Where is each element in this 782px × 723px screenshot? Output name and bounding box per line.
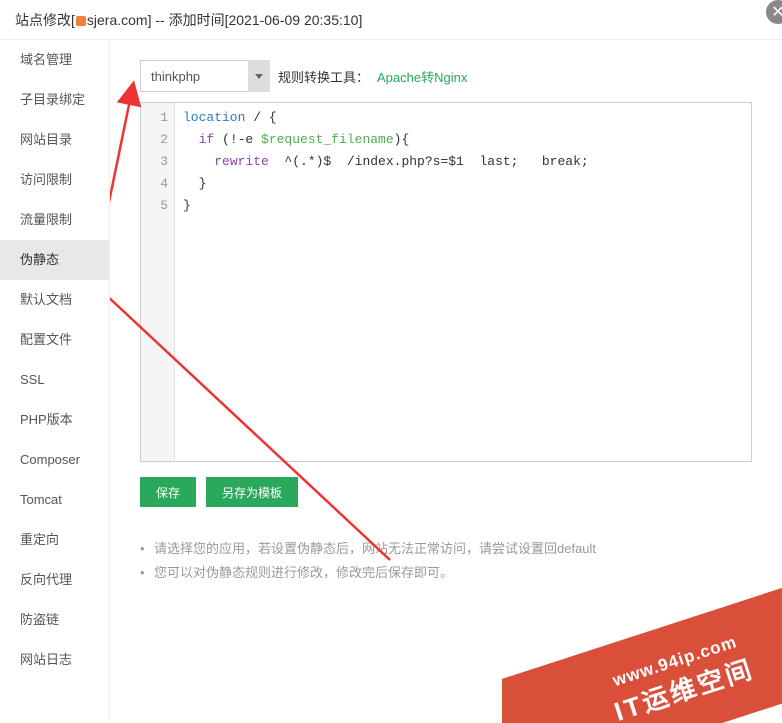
sidebar-item-8[interactable]: SSL [0, 360, 109, 400]
code-indent [183, 132, 199, 147]
tip-item: 请选择您的应用，若设置伪静态后，网站无法正常访问，请尝试设置回default [140, 537, 752, 561]
code-kw: location [183, 110, 245, 125]
sidebar-item-13[interactable]: 反向代理 [0, 560, 109, 600]
line-number: 2 [141, 129, 168, 151]
sidebar-item-5[interactable]: 伪静态 [0, 240, 109, 280]
sidebar-item-10[interactable]: Composer [0, 440, 109, 480]
line-gutter: 12345 [141, 103, 175, 461]
save-as-template-button[interactable]: 另存为模板 [206, 477, 298, 507]
code-editor[interactable]: 12345 location / { if (!-e $request_file… [140, 102, 752, 462]
sidebar-item-4[interactable]: 流量限制 [0, 200, 109, 240]
header-prefix: 站点修改[ [15, 12, 75, 28]
converter-link[interactable]: Apache转Nginx [377, 67, 467, 86]
sidebar: 域名管理子目录绑定网站目录访问限制流量限制伪静态默认文档配置文件SSLPHP版本… [0, 40, 110, 723]
template-select[interactable]: thinkphp [140, 60, 270, 92]
code-text: ^(.*)$ /index.php?s=$1 last; break; [269, 154, 589, 169]
code-text: } [183, 198, 191, 213]
code-indent [183, 154, 214, 169]
code-kw: if [199, 132, 215, 147]
template-select-wrap: thinkphp [140, 60, 270, 92]
code-text: ){ [394, 132, 410, 147]
code-text: } [183, 176, 206, 191]
code-text: (!-e [214, 132, 261, 147]
main-panel: thinkphp 规则转换工具： Apache转Nginx 12345 locat… [110, 40, 782, 723]
tips-list: 请选择您的应用，若设置伪静态后，网站无法正常访问，请尝试设置回default 您… [140, 537, 752, 585]
sidebar-item-6[interactable]: 默认文档 [0, 280, 109, 320]
code-var: $request_filename [261, 132, 394, 147]
sidebar-item-14[interactable]: 防盗链 [0, 600, 109, 640]
sidebar-item-7[interactable]: 配置文件 [0, 320, 109, 360]
sidebar-item-1[interactable]: 子目录绑定 [0, 80, 109, 120]
sidebar-item-15[interactable]: 网站日志 [0, 640, 109, 680]
sidebar-item-12[interactable]: 重定向 [0, 520, 109, 560]
sidebar-item-11[interactable]: Tomcat [0, 480, 109, 520]
code-text: / { [245, 110, 276, 125]
sidebar-item-0[interactable]: 域名管理 [0, 40, 109, 80]
code-content[interactable]: location / { if (!-e $request_filename){… [175, 103, 751, 461]
line-number: 3 [141, 151, 168, 173]
line-number: 1 [141, 107, 168, 129]
tip-item: 您可以对伪静态规则进行修改，修改完后保存即可。 [140, 561, 752, 585]
header-domain: sjera.com] [87, 12, 152, 28]
save-button[interactable]: 保存 [140, 477, 196, 507]
button-row: 保存 另存为模板 [140, 477, 752, 507]
code-kw: rewrite [214, 154, 269, 169]
toolbar: thinkphp 规则转换工具： Apache转Nginx [140, 60, 752, 92]
line-number: 5 [141, 195, 168, 217]
sidebar-item-2[interactable]: 网站目录 [0, 120, 109, 160]
header-title: 站点修改[ sjera.com] -- 添加时间[2021-06-09 20:35… [0, 0, 782, 40]
header-suffix: -- 添加时间[2021-06-09 20:35:10] [151, 12, 362, 28]
converter-label: 规则转换工具： [278, 67, 369, 86]
site-icon [76, 16, 86, 26]
sidebar-item-9[interactable]: PHP版本 [0, 400, 109, 440]
line-number: 4 [141, 173, 168, 195]
sidebar-item-3[interactable]: 访问限制 [0, 160, 109, 200]
